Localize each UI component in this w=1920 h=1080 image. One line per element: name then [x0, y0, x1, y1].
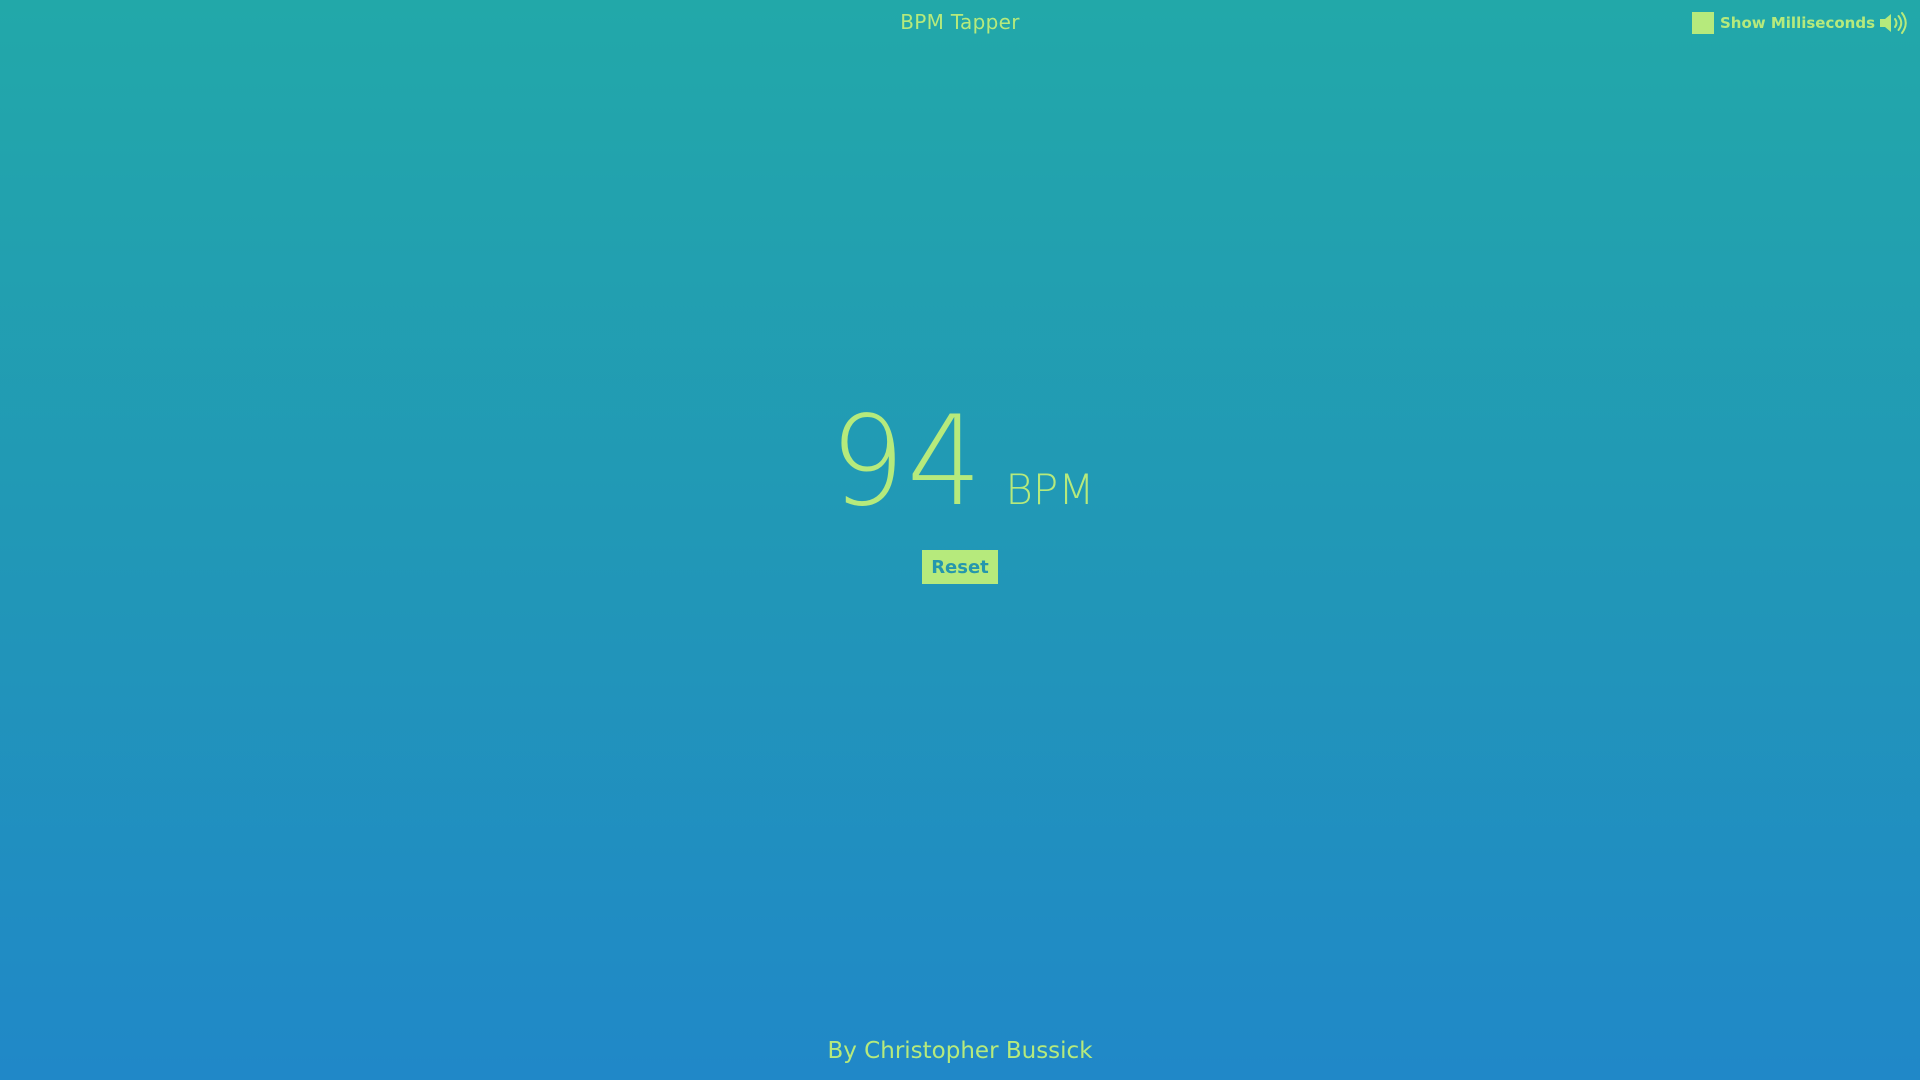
sound-button[interactable]	[1878, 11, 1908, 35]
bpm-display: 94 BPM	[0, 400, 1920, 530]
show-milliseconds-label: Show Milliseconds	[1720, 14, 1876, 32]
reset-button[interactable]: Reset	[922, 550, 998, 584]
bpm-value: 94	[829, 390, 984, 534]
author-credit: By Christopher Bussick	[827, 1038, 1093, 1064]
app-title: BPM Tapper	[900, 10, 1020, 34]
background	[0, 0, 1920, 1080]
show-milliseconds-checkbox[interactable]	[1692, 12, 1714, 34]
show-milliseconds-toggle[interactable]: Show Milliseconds	[1692, 12, 1875, 34]
bpm-unit: BPM	[1005, 465, 1095, 514]
speaker-volume-icon	[1880, 12, 1907, 34]
